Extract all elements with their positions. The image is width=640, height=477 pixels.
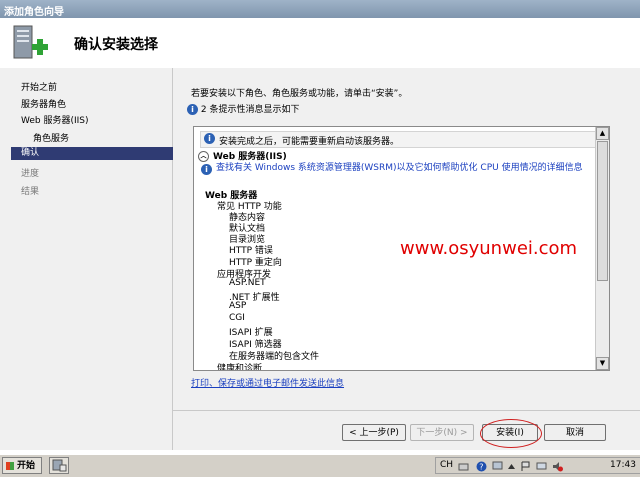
wizard-header: 确认安装选择 xyxy=(0,18,640,69)
instruction-text: 若要安装以下角色、角色服务或功能，请单击“安装”。 xyxy=(191,89,408,99)
divider xyxy=(173,410,640,411)
nav-step-results: 结果 xyxy=(21,187,40,197)
scroll-thumb[interactable] xyxy=(597,141,608,281)
cancel-button[interactable]: 取消 xyxy=(544,424,606,441)
section-title: Web 服务器(IIS) xyxy=(213,152,287,162)
window-title: 添加角色向导 xyxy=(4,7,64,18)
restart-notice-text: 安装完成之后，可能需要重新启动该服务器。 xyxy=(219,137,400,147)
nav-step-confirm[interactable]: 确认 xyxy=(11,147,182,160)
tree-item: ASP xyxy=(229,301,247,311)
nav-step-before-you-begin[interactable]: 开始之前 xyxy=(21,80,57,93)
restart-notice: i 安装完成之后，可能需要重新启动该服务器。 xyxy=(200,131,597,148)
nav-step-role-services[interactable]: 角色服务 xyxy=(33,131,69,144)
start-button[interactable]: 开始 xyxy=(2,457,42,474)
vertical-scrollbar[interactable]: ▲ ▼ xyxy=(595,127,609,370)
windows-logo-icon xyxy=(6,462,14,470)
server-add-icon xyxy=(13,25,48,59)
wizard-steps-nav: 开始之前 服务器角色 Web 服务器(IIS) 角色服务 确认 进度 结果 xyxy=(0,68,182,450)
network-icon[interactable] xyxy=(492,461,503,472)
section-web-server[interactable]: ︿ Web 服务器(IIS) xyxy=(198,149,287,162)
previous-button[interactable]: < 上一步(P) xyxy=(342,424,406,441)
info-count: i 2 条提示性消息显示如下 xyxy=(187,102,299,115)
tree-item: ASP.NET xyxy=(229,278,266,288)
wsrm-link[interactable]: 查找有关 Windows 系统资源管理器(WSRM)以及它如何帮助优化 CPU … xyxy=(216,163,583,173)
server-manager-icon xyxy=(52,459,67,472)
flag-icon[interactable] xyxy=(520,461,531,472)
nav-step-server-roles[interactable]: 服务器角色 xyxy=(21,97,66,110)
scroll-down-icon[interactable]: ▼ xyxy=(596,357,609,370)
nav-step-progress: 进度 xyxy=(21,169,40,179)
info-icon: i xyxy=(201,164,212,175)
title-bar: 添加角色向导 xyxy=(0,0,640,18)
input-language[interactable]: CH xyxy=(440,460,453,470)
next-button: 下一步(N) > xyxy=(410,424,474,441)
taskbar: 开始 CH ? 17:43 xyxy=(0,454,640,477)
system-tray: CH ? 17:43 xyxy=(435,457,640,474)
info-icon: i xyxy=(204,133,215,144)
highlight-circle xyxy=(480,419,542,448)
tree-item: CGI xyxy=(229,313,245,323)
start-label: 开始 xyxy=(17,461,36,471)
clock[interactable]: 17:43 xyxy=(610,460,636,470)
collapse-chevron-icon[interactable]: ︿ xyxy=(198,151,209,162)
nav-step-web-server[interactable]: Web 服务器(IIS) xyxy=(21,113,89,126)
monitor-icon[interactable] xyxy=(536,461,547,472)
volume-muted-icon[interactable] xyxy=(552,461,563,472)
help-icon[interactable]: ? xyxy=(476,461,487,472)
page-title: 确认安装选择 xyxy=(74,37,158,53)
svg-text:?: ? xyxy=(479,463,483,472)
info-icon: i xyxy=(187,104,198,115)
scroll-up-icon[interactable]: ▲ xyxy=(596,127,609,140)
tree-item: 健康和诊断 xyxy=(217,364,263,371)
print-save-email-link[interactable]: 打印、保存或通过电子邮件发送此信息 xyxy=(191,376,344,389)
tray-arrow-icon[interactable] xyxy=(506,461,517,472)
taskbar-app-server-manager[interactable] xyxy=(49,457,69,474)
info-count-text: 2 条提示性消息显示如下 xyxy=(200,105,300,115)
wsrm-info: i 查找有关 Windows 系统资源管理器(WSRM)以及它如何帮助优化 CP… xyxy=(201,163,586,175)
watermark: www.osyunwei.com xyxy=(400,238,578,259)
keyboard-icon[interactable] xyxy=(458,461,469,472)
